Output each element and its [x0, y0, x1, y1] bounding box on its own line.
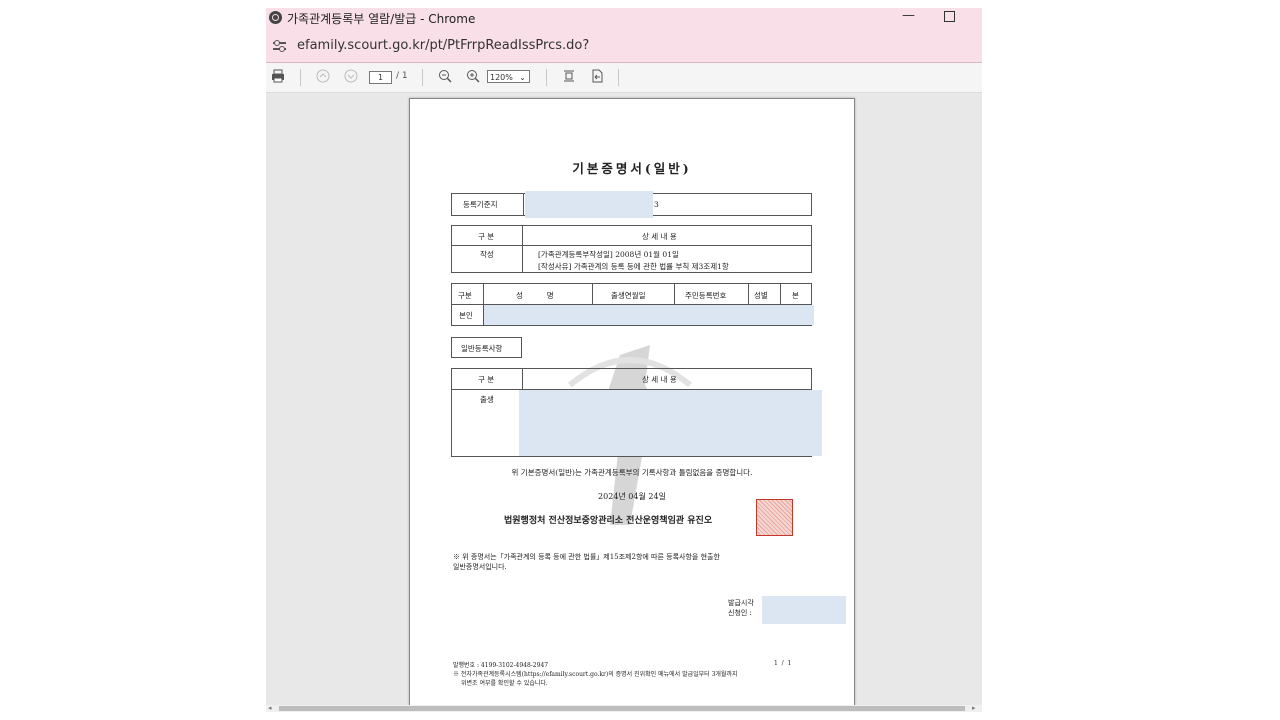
applicant-labels: 발급시각 신청인 : — [728, 598, 754, 618]
official-seal — [756, 499, 793, 536]
fit-page-icon[interactable] — [562, 69, 576, 85]
redaction-box — [525, 191, 653, 218]
table-divider — [674, 284, 675, 305]
creation-reason-line: [작성사유] 가족관계의 등록 등에 관한 법률 부칙 제3조제1항 — [538, 262, 729, 271]
col-category: 구분 — [458, 291, 472, 300]
minimize-button[interactable]: — — [902, 8, 915, 23]
reg-label: 등록기준지 — [463, 200, 498, 209]
address-bar: efamily.scourt.go.kr/pt/PtFrrpReadIssPrc… — [266, 30, 982, 63]
url-text[interactable]: efamily.scourt.go.kr/pt/PtFrrpReadIssPrc… — [297, 38, 589, 53]
reg-value-suffix: 3 — [654, 200, 659, 209]
row-label-birth: 출생 — [480, 395, 494, 404]
col-birthdate: 출생연월일 — [611, 291, 646, 300]
header-detail: 상 세 내 용 — [642, 375, 677, 384]
birth-header-row — [452, 369, 811, 390]
maximize-button[interactable] — [944, 11, 955, 22]
header-detail: 상 세 내 용 — [642, 232, 677, 241]
applicant-label: 신청인 : — [728, 609, 752, 617]
scrollbar-thumb[interactable] — [279, 706, 965, 711]
col-origin: 본 — [792, 291, 799, 300]
footer-note: ※ 전자가족관계등록시스템(https://efamily.scourt.go.… — [453, 670, 738, 688]
col-resident-no: 주민등록번호 — [685, 291, 727, 300]
legal-note: ※ 위 증명서는「가족관계의 등록 등에 관한 법률」제15조제2항에 따른 등… — [453, 552, 720, 572]
table-divider — [780, 284, 781, 305]
pdf-page: 기본증명서(일반) 등록기준지 3 구 분 상 세 내 용 작성 [가족관계등록… — [409, 98, 855, 712]
toolbar-divider — [300, 69, 301, 86]
zoom-out-icon[interactable] — [438, 69, 452, 85]
pdf-viewer[interactable]: 기본증명서(일반) 등록기준지 3 구 분 상 세 내 용 작성 [가족관계등록… — [266, 93, 982, 712]
print-icon[interactable] — [271, 69, 285, 85]
general-registration-box: 일반등록사항 — [451, 337, 522, 358]
general-label: 일반등록사항 — [461, 344, 503, 353]
legal-note-line2: 일반증명서입니다. — [453, 563, 507, 571]
col-name: 성 명 — [516, 291, 554, 300]
document-title: 기본증명서(일반) — [572, 161, 692, 176]
table-divider — [748, 284, 749, 305]
site-settings-icon[interactable] — [273, 39, 286, 52]
footer-page: 1 / 1 — [774, 660, 792, 667]
row-label-creation: 작성 — [480, 250, 494, 259]
table-divider — [522, 226, 523, 272]
issue-number: 발행번호 : 4199-3102-4948-2947 — [453, 662, 549, 669]
creation-header-row — [452, 226, 811, 246]
fit-width-icon[interactable] — [590, 69, 604, 85]
horizontal-scrollbar[interactable]: ◂ ▸ — [266, 704, 982, 712]
col-gender: 성별 — [754, 291, 768, 300]
redaction-box — [484, 305, 814, 325]
issue-time-label: 발급시각 — [728, 599, 754, 607]
scroll-right-icon[interactable]: ▸ — [972, 704, 976, 712]
browser-window: 가족관계등록부 열람/발급 - Chrome — efamily.scourt.… — [266, 8, 982, 712]
chevron-down-icon: ⌄ — [519, 73, 526, 82]
prev-page-icon[interactable] — [316, 69, 330, 85]
window-title: 가족관계등록부 열람/발급 - Chrome — [287, 12, 476, 26]
redaction-box — [762, 596, 846, 624]
page-total: / 1 — [396, 71, 408, 81]
page-number-input[interactable]: 1 — [369, 71, 392, 84]
toolbar-divider — [422, 69, 423, 86]
globe-icon — [269, 11, 282, 24]
zoom-select[interactable]: 120% ⌄ — [487, 70, 530, 83]
header-category: 구 분 — [478, 375, 495, 384]
title-bar: 가족관계등록부 열람/발급 - Chrome — — [266, 8, 982, 30]
pdf-toolbar: 1 / 1 120% ⌄ — [266, 63, 982, 93]
zoom-value: 120% — [490, 73, 513, 82]
scroll-left-icon[interactable]: ◂ — [268, 704, 272, 712]
creation-table: 구 분 상 세 내 용 작성 [가족관계등록부작성일] 2008년 01월 01… — [451, 225, 812, 273]
next-page-icon[interactable] — [344, 69, 358, 85]
header-category: 구 분 — [478, 232, 495, 241]
footer-note-line1: ※ 전자가족관계등록시스템(https://efamily.scourt.go.… — [453, 671, 738, 678]
reg-label-cell: 등록기준지 — [452, 193, 524, 216]
certify-text: 위 기본증명서(일반)는 가족관계등록부의 기록사항과 틀림없음을 증명합니다. — [511, 468, 753, 477]
zoom-in-icon[interactable] — [466, 69, 480, 85]
table-divider — [592, 284, 593, 305]
footer-note-line2: 위변조 여부를 확인할 수 있습니다. — [461, 680, 548, 687]
creation-date-line: [가족관계등록부작성일] 2008년 01월 01일 — [538, 250, 679, 259]
row-label-self: 본인 — [459, 311, 473, 320]
redaction-box — [519, 390, 822, 456]
toolbar-divider — [546, 69, 547, 86]
issuer-name: 법원행정처 전산정보중앙관리소 전산운영책임관 유진오 — [504, 516, 713, 526]
legal-note-line1: ※ 위 증명서는「가족관계의 등록 등에 관한 법률」제15조제2항에 따른 등… — [453, 553, 720, 561]
toolbar-divider — [618, 69, 619, 86]
